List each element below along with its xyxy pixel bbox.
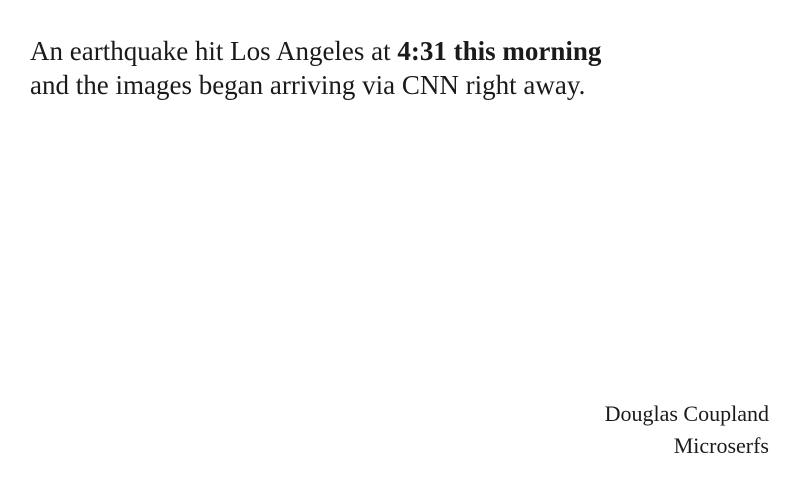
- author-name: Douglas Coupland: [604, 401, 769, 426]
- attribution: Douglas Coupland Microserfs: [605, 398, 769, 462]
- quote-text: An earthquake hit Los Angeles at 4:31 th…: [30, 34, 770, 102]
- quote-emphasis: 4:31 this morning: [397, 36, 602, 66]
- work-title: Microserfs: [673, 433, 769, 458]
- quote-text-line2: and the images began arriving via CNN ri…: [30, 70, 586, 100]
- quote-text-start: An earthquake hit Los Angeles at: [30, 36, 398, 66]
